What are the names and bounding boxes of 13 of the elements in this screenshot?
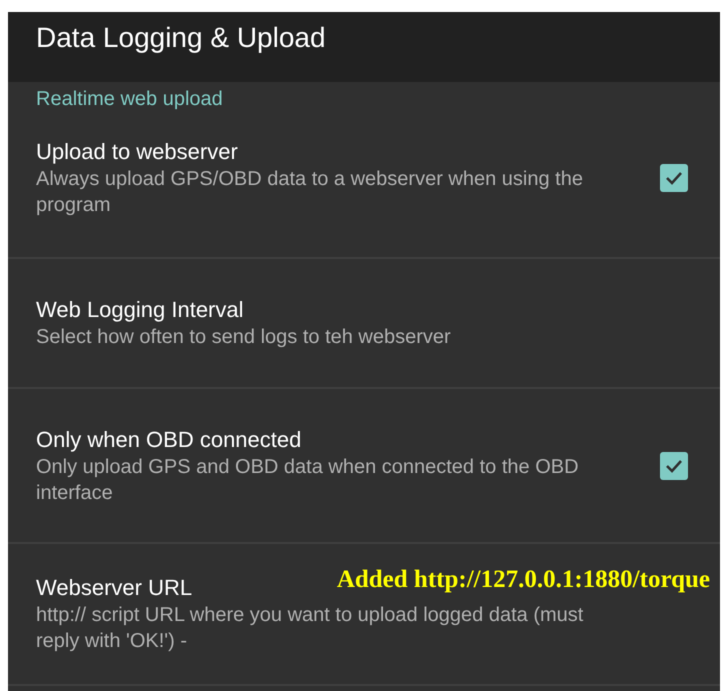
checkbox[interactable] [660,452,688,480]
preference-title: Web Logging Interval [36,296,244,324]
preference-summary: Select how often to send logs to teh webserver [36,325,451,350]
preference-title: Only when OBD connected [36,426,302,454]
preference-title: Upload to webserver [36,138,238,166]
preference-title: Webserver URL [36,574,192,602]
preference-summary: Always upload GPS/OBD data to a webserver when using the program [36,167,584,218]
preference-summary: Only upload GPS and OBD data when connected to the OBD interface [36,454,580,506]
screen-title: Data Logging & Upload [36,22,326,54]
annotation-text: Added http://127.0.0.1:1880/torque [336,566,710,594]
preference-summary: http:// script URL where you want to upload logged data (must reply with 'OK!') - [36,603,584,654]
section-header: Realtime web upload [36,88,223,110]
checkbox[interactable] [660,164,688,192]
